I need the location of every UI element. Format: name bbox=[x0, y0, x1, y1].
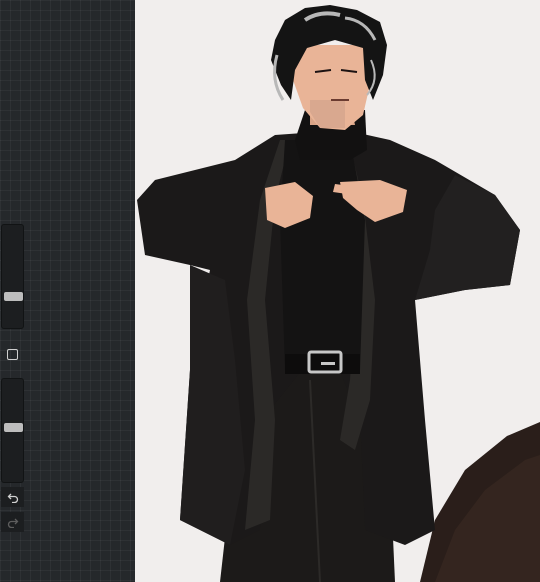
side-panel bbox=[0, 0, 135, 582]
modify-button[interactable] bbox=[1, 342, 24, 366]
undo-button[interactable] bbox=[1, 487, 24, 507]
drawing-canvas[interactable] bbox=[135, 0, 540, 582]
redo-button[interactable] bbox=[1, 512, 24, 532]
brush-size-slider[interactable] bbox=[1, 224, 24, 329]
redo-arrow-icon bbox=[7, 518, 18, 528]
square-icon bbox=[7, 348, 18, 360]
opacity-thumb[interactable] bbox=[4, 423, 23, 432]
artwork-illustration bbox=[137, 5, 540, 582]
opacity-slider[interactable] bbox=[1, 378, 24, 483]
undo-arrow-icon bbox=[7, 493, 18, 503]
brush-size-thumb[interactable] bbox=[4, 292, 23, 301]
